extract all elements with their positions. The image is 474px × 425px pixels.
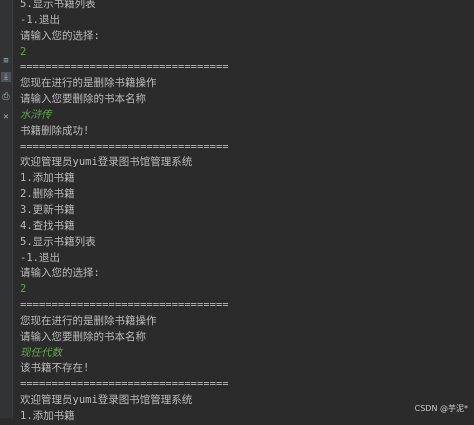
- console-toolbar: ≡ ⤓ ⎙ ✕: [0, 0, 13, 418]
- console-output-line: 您现在进行的是删除书籍操作: [20, 314, 157, 327]
- console-output-line: -1.退出: [20, 13, 60, 26]
- console-output-line: 该书籍不存在!: [20, 362, 90, 375]
- console-output-line: =================================: [20, 140, 229, 153]
- console-output-line: 您现在进行的是删除书籍操作: [20, 77, 157, 90]
- console-output-line: 请输入您的选择:: [20, 267, 100, 280]
- console-output-line: 请输入您的选择:: [20, 29, 100, 42]
- console-output-line: 5.显示书籍列表: [20, 0, 96, 10]
- console-output-line: 1.添加书籍: [20, 172, 75, 185]
- console-output-line: 请输入您要删除的书本名称: [20, 330, 146, 343]
- console-output-line: 5.显示书籍列表: [20, 235, 96, 248]
- console-output-line: =================================: [20, 378, 229, 391]
- scroll-to-end-icon[interactable]: ⤓: [1, 72, 11, 82]
- console-output[interactable]: 5.显示书籍列表 -1.退出 请输入您的选择: 2 ==================…: [20, 0, 472, 425]
- console-output-line: =================================: [20, 299, 229, 312]
- trash-icon[interactable]: ✕: [1, 112, 11, 122]
- console-output-line: 欢迎管理员yumi登录图书馆管理系统: [20, 394, 193, 407]
- console-input-line: 2: [20, 283, 27, 296]
- console-output-line: 3.更新书籍: [20, 203, 75, 216]
- print-icon[interactable]: ⎙: [1, 92, 11, 102]
- console-output-line: 4.查找书籍: [20, 219, 75, 232]
- watermark: CSDN @芋泥*: [414, 404, 468, 413]
- console-output-line: 1.添加书籍: [20, 409, 75, 422]
- soft-wrap-icon[interactable]: ≡: [1, 56, 11, 66]
- console-output-line: 2.删除书籍: [20, 188, 75, 201]
- console-output-line: 欢迎管理员yumi登录图书馆管理系统: [20, 156, 193, 169]
- console-output-line: 请输入您要删除的书本名称: [20, 93, 146, 106]
- console-input-line: 2: [20, 45, 27, 58]
- console-input-line: 水浒传: [20, 108, 52, 121]
- console-output-line: 书籍删除成功!: [20, 124, 90, 137]
- console-input-line: 现任代数: [20, 346, 62, 359]
- console-output-line: -1.退出: [20, 251, 60, 264]
- console-output-line: =================================: [20, 61, 229, 74]
